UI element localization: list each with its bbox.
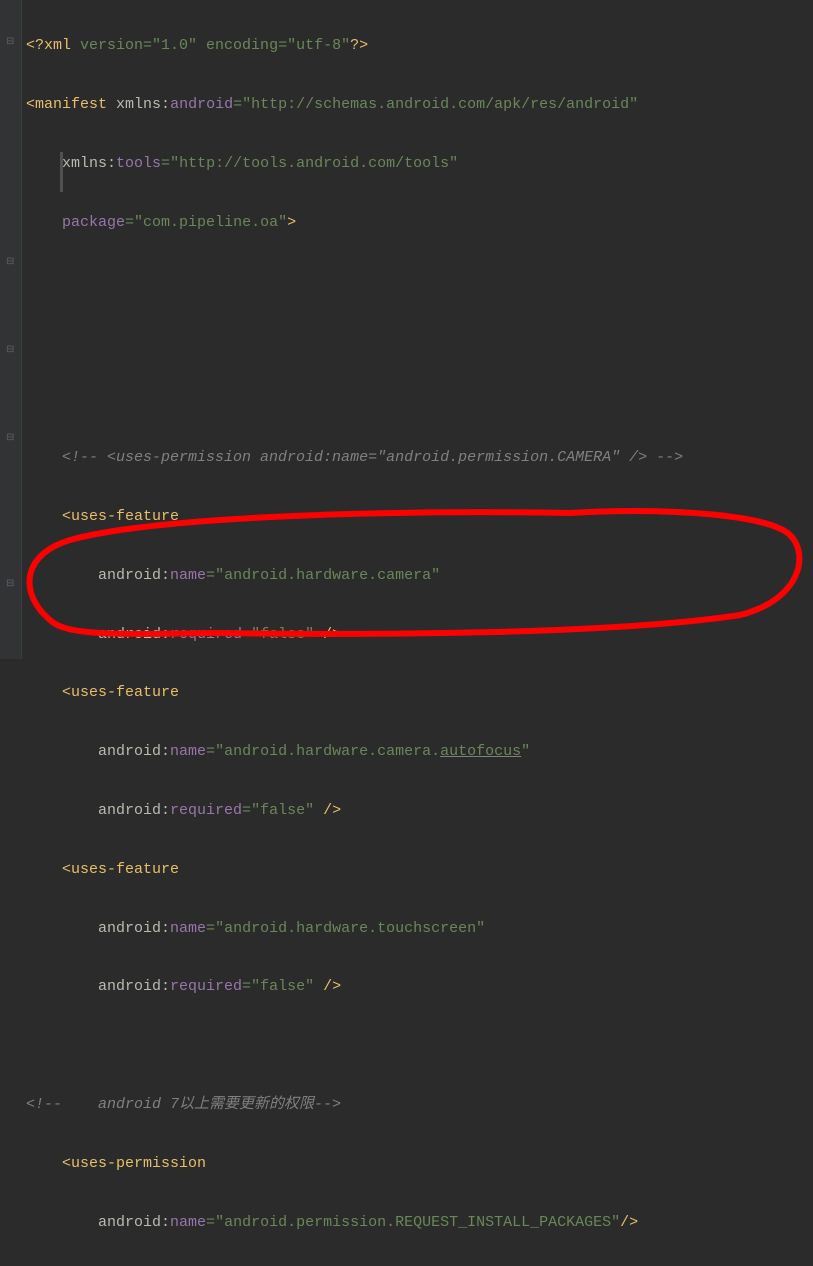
code-editor[interactable]: <?xml version="1.0" encoding="utf-8"?> <… <box>22 0 813 659</box>
code-line: android:name="android.hardware.camera.au… <box>26 737 813 766</box>
fold-marker-icon[interactable]: ⊟ <box>6 344 14 356</box>
fold-marker-icon[interactable]: ⊟ <box>6 578 14 590</box>
code-line <box>26 325 813 354</box>
editor-gutter: ⊟ ⊟ ⊟ ⊟ ⊟ <box>0 0 22 659</box>
code-line: package="com.pipeline.oa"> <box>26 208 813 237</box>
code-line: android:name="android.hardware.touchscre… <box>26 914 813 943</box>
code-line: <uses-feature <box>26 855 813 884</box>
code-line: <?xml version="1.0" encoding="utf-8"?> <box>26 31 813 60</box>
code-line <box>26 1031 813 1060</box>
fold-marker-icon[interactable]: ⊟ <box>6 256 14 268</box>
code-line: xmlns:tools="http://tools.android.com/to… <box>26 149 813 178</box>
code-line: android:name="android.permission.REQUEST… <box>26 1208 813 1237</box>
code-line: android:required="false" /> <box>26 972 813 1001</box>
code-line: <manifest xmlns:android="http://schemas.… <box>26 90 813 119</box>
code-line: <uses-feature <box>26 502 813 531</box>
code-line <box>26 267 813 296</box>
code-line: <!-- <uses-permission android:name="andr… <box>26 443 813 472</box>
code-line: <uses-feature <box>26 678 813 707</box>
fold-marker-icon[interactable]: ⊟ <box>6 432 14 444</box>
code-line <box>26 384 813 413</box>
code-line: <!-- android 7以上需要更新的权限--> <box>26 1090 813 1119</box>
code-line: android:name="android.hardware.camera" <box>26 561 813 590</box>
fold-marker-icon[interactable]: ⊟ <box>6 36 14 48</box>
code-line: <uses-permission <box>26 1149 813 1178</box>
code-line: android:required="false" /> <box>26 796 813 825</box>
code-line: android:required="false" /> <box>26 620 813 649</box>
